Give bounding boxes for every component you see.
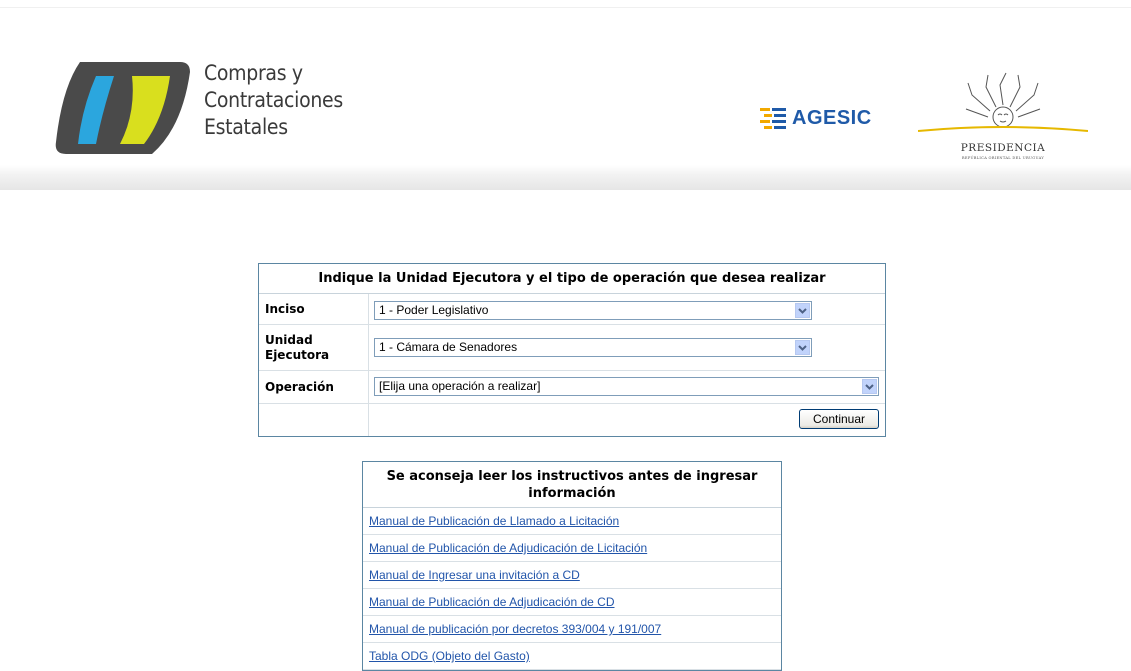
compras-logo-icon: [55, 62, 190, 154]
column-divider: [368, 404, 369, 436]
unidad-label: Unidad Ejecutora: [259, 325, 369, 370]
manual-link-item: Manual de Publicación de Adjudicación de…: [363, 589, 781, 616]
page-header: Compras y Contrataciones Estatales AGESI…: [0, 0, 1131, 190]
agesic-logo: AGESIC: [760, 103, 872, 133]
operacion-select[interactable]: [Elija una operación a realizar]: [374, 377, 879, 396]
unidad-label-line-1: Unidad: [265, 332, 313, 347]
manual-link-item: Manual de Ingresar una invitación a CD: [363, 562, 781, 589]
operacion-row: Operación [Elija una operación a realiza…: [259, 371, 885, 404]
manual-link-3[interactable]: Manual de Ingresar una invitación a CD: [369, 568, 580, 582]
operacion-value: [Elija una operación a realizar]: [379, 379, 541, 393]
manual-link-item: Manual de Publicación de Adjudicación de…: [363, 535, 781, 562]
logo-line-1: Compras y: [204, 61, 303, 85]
unidad-row: Unidad Ejecutora 1 - Cámara de Senadores: [259, 325, 885, 371]
manual-link-item: Manual de publicación por decretos 393/0…: [363, 616, 781, 643]
operation-form: Indique la Unidad Ejecutora y el tipo de…: [258, 263, 886, 437]
manuals-title: Se aconseja leer los instructivos antes …: [363, 462, 781, 508]
manual-link-1[interactable]: Manual de Publicación de Llamado a Licit…: [369, 514, 619, 528]
inciso-label: Inciso: [259, 294, 369, 324]
operacion-label: Operación: [259, 371, 369, 403]
logo-line-3: Estatales: [204, 115, 288, 139]
logo-line-2: Contrataciones: [204, 88, 343, 112]
unidad-value: 1 - Cámara de Senadores: [379, 340, 518, 354]
manual-link-4[interactable]: Manual de Publicación de Adjudicación de…: [369, 595, 615, 609]
unidad-select[interactable]: 1 - Cámara de Senadores: [374, 338, 812, 357]
agesic-label: AGESIC: [792, 106, 872, 129]
compras-logo-text: Compras y Contrataciones Estatales: [204, 60, 343, 141]
inciso-value: 1 - Poder Legislativo: [379, 303, 489, 317]
inciso-select[interactable]: 1 - Poder Legislativo: [374, 301, 812, 320]
continuar-button[interactable]: Continuar: [799, 409, 879, 429]
manual-link-6[interactable]: Tabla ODG (Objeto del Gasto): [369, 649, 530, 663]
presidencia-label: PRESIDENCIA: [960, 142, 1046, 154]
header-divider: [0, 7, 1131, 8]
manual-link-item: Tabla ODG (Objeto del Gasto): [363, 643, 781, 670]
manuals-box: Se aconseja leer los instructivos antes …: [362, 461, 782, 671]
manual-link-2[interactable]: Manual de Publicación de Adjudicación de…: [369, 541, 647, 555]
manual-link-5[interactable]: Manual de publicación por decretos 393/0…: [369, 622, 661, 636]
sun-emblem-icon: [917, 72, 1089, 132]
inciso-row: Inciso 1 - Poder Legislativo: [259, 294, 885, 325]
unidad-label-line-2: Ejecutora: [265, 347, 330, 362]
chevron-down-icon[interactable]: [795, 303, 810, 318]
form-title: Indique la Unidad Ejecutora y el tipo de…: [259, 264, 885, 294]
presidencia-sublabel: REPÚBLICA ORIENTAL DEL URUGUAY: [961, 156, 1045, 160]
agesic-logo-icon: [760, 108, 786, 129]
manual-link-item: Manual de Publicación de Llamado a Licit…: [363, 508, 781, 535]
presidencia-logo: PRESIDENCIA REPÚBLICA ORIENTAL DEL URUGU…: [917, 65, 1089, 165]
chevron-down-icon[interactable]: [862, 379, 877, 394]
chevron-down-icon[interactable]: [795, 340, 810, 355]
